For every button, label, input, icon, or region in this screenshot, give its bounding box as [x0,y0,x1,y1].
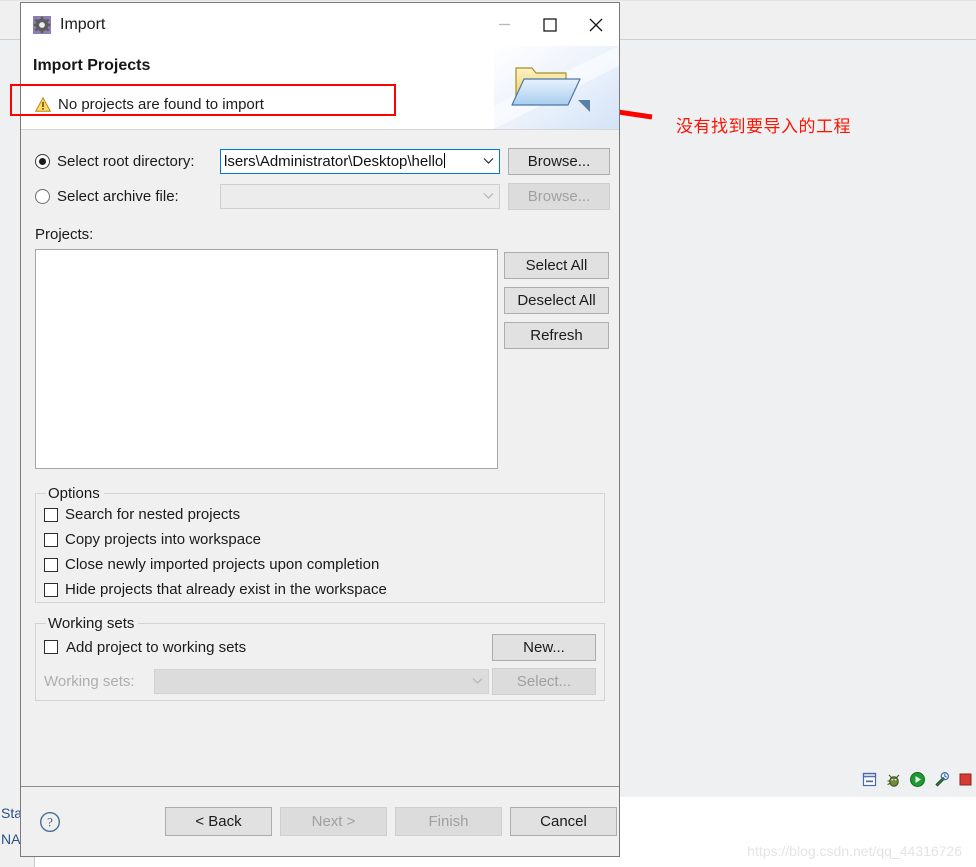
message-text: No projects are found to import [58,96,264,113]
import-gear-icon [33,15,51,34]
options-group: Options Search for nested projects Copy … [35,485,605,603]
option-close-imported[interactable]: Close newly imported projects upon compl… [44,552,596,577]
run-play-icon[interactable] [909,771,926,788]
working-sets-legend: Working sets [48,615,135,632]
option-hide-existing-label: Hide projects that already exist in the … [65,581,387,598]
projects-label: Projects: [35,226,94,243]
option-copy-projects-label: Copy projects into workspace [65,531,261,548]
chevron-down-icon[interactable] [477,157,499,165]
minimize-view-icon[interactable] [861,771,878,788]
import-dialog: Import Import Projects No projects are f… [20,2,620,857]
chevron-down-icon [466,677,488,685]
deselect-all-button[interactable]: Deselect All [504,287,609,314]
maximize-icon[interactable] [527,3,573,46]
projects-area: Select All Deselect All Refresh [35,249,609,469]
page-title: Import Projects [33,57,151,74]
minimize-icon[interactable] [481,3,527,46]
browse-root-directory-button[interactable]: Browse... [508,147,610,175]
option-close-imported-label: Close newly imported projects upon compl… [65,556,380,573]
checkbox-search-nested[interactable] [44,507,58,522]
option-search-nested[interactable]: Search for nested projects [44,502,596,527]
working-sets-combo [154,668,489,694]
browse-archive-file-button: Browse... [508,182,610,210]
radio-archive-file-label: Select archive file: [57,187,179,205]
terminate-stop-icon[interactable] [957,771,974,788]
open-folder-icon [494,46,619,129]
watermark-url: https://blog.csdn.net/qq_44316726 [747,843,962,859]
checkbox-add-to-working-sets[interactable] [44,640,58,654]
radio-root-directory-label: Select root directory: [57,152,195,170]
root-directory-combo[interactable]: lsers\Administrator\Desktop\hello [220,148,500,174]
source-selection: Select root directory: lsers\Administrat… [35,130,610,211]
dialog-body: Select root directory: lsers\Administrat… [21,130,619,786]
cancel-button[interactable]: Cancel [510,807,617,836]
radio-select-root-directory[interactable]: Select root directory: [35,153,220,170]
working-sets-group: Working sets Add project to working sets… [35,615,605,701]
option-search-nested-label: Search for nested projects [65,506,241,523]
next-button: Next > [280,807,387,836]
message-row: No projects are found to import [35,96,264,113]
annotation-chinese-note: 没有找到要导入的工程 [676,117,851,137]
chevron-down-icon [477,192,499,200]
checkbox-hide-existing[interactable] [44,582,58,597]
radio-archive-file-indicator [35,188,50,204]
dialog-title: Import [60,15,106,33]
help-question-icon[interactable]: ? [39,811,61,833]
svg-text:?: ? [47,814,53,829]
radio-root-directory-indicator [35,153,50,169]
warning-icon [35,97,51,112]
add-working-sets-row: Add project to working sets New... [44,632,596,662]
checkbox-copy-projects[interactable] [44,532,58,547]
options-legend: Options [48,485,100,502]
external-tools-icon[interactable] [933,771,950,788]
new-working-set-button[interactable]: New... [492,634,596,661]
projects-side-buttons: Select All Deselect All Refresh [504,249,609,469]
option-hide-existing[interactable]: Hide projects that already exist in the … [44,577,596,602]
close-icon[interactable] [573,3,619,46]
add-to-working-sets-label: Add project to working sets [66,638,247,656]
root-directory-input[interactable]: lsers\Administrator\Desktop\hello [221,152,477,170]
select-working-set-button: Select... [492,668,596,695]
radio-select-archive-file[interactable]: Select archive file: [35,188,220,205]
working-sets-field-row: Working sets: Select... [44,666,596,696]
root-directory-row: Select root directory: lsers\Administrat… [35,146,610,176]
projects-list[interactable] [35,249,498,469]
select-all-button[interactable]: Select All [504,252,609,279]
dialog-header: Import Projects No projects are found to… [21,46,619,130]
archive-file-combo [220,183,500,209]
working-sets-field-label: Working sets: [44,672,135,690]
eclipse-toolbar-icons [861,768,974,790]
refresh-button[interactable]: Refresh [504,322,609,349]
debug-bug-icon[interactable] [885,771,902,788]
checkbox-close-imported[interactable] [44,557,58,572]
wizard-buttons: < Back Next > Finish Cancel [165,807,617,836]
dialog-titlebar: Import [21,3,619,46]
archive-file-row: Select archive file: Browse... [35,181,610,211]
dialog-footer: ? < Back Next > Finish Cancel [21,786,619,856]
window-controls [481,3,619,46]
finish-button: Finish [395,807,502,836]
option-copy-projects[interactable]: Copy projects into workspace [44,527,596,552]
back-button[interactable]: < Back [165,807,272,836]
